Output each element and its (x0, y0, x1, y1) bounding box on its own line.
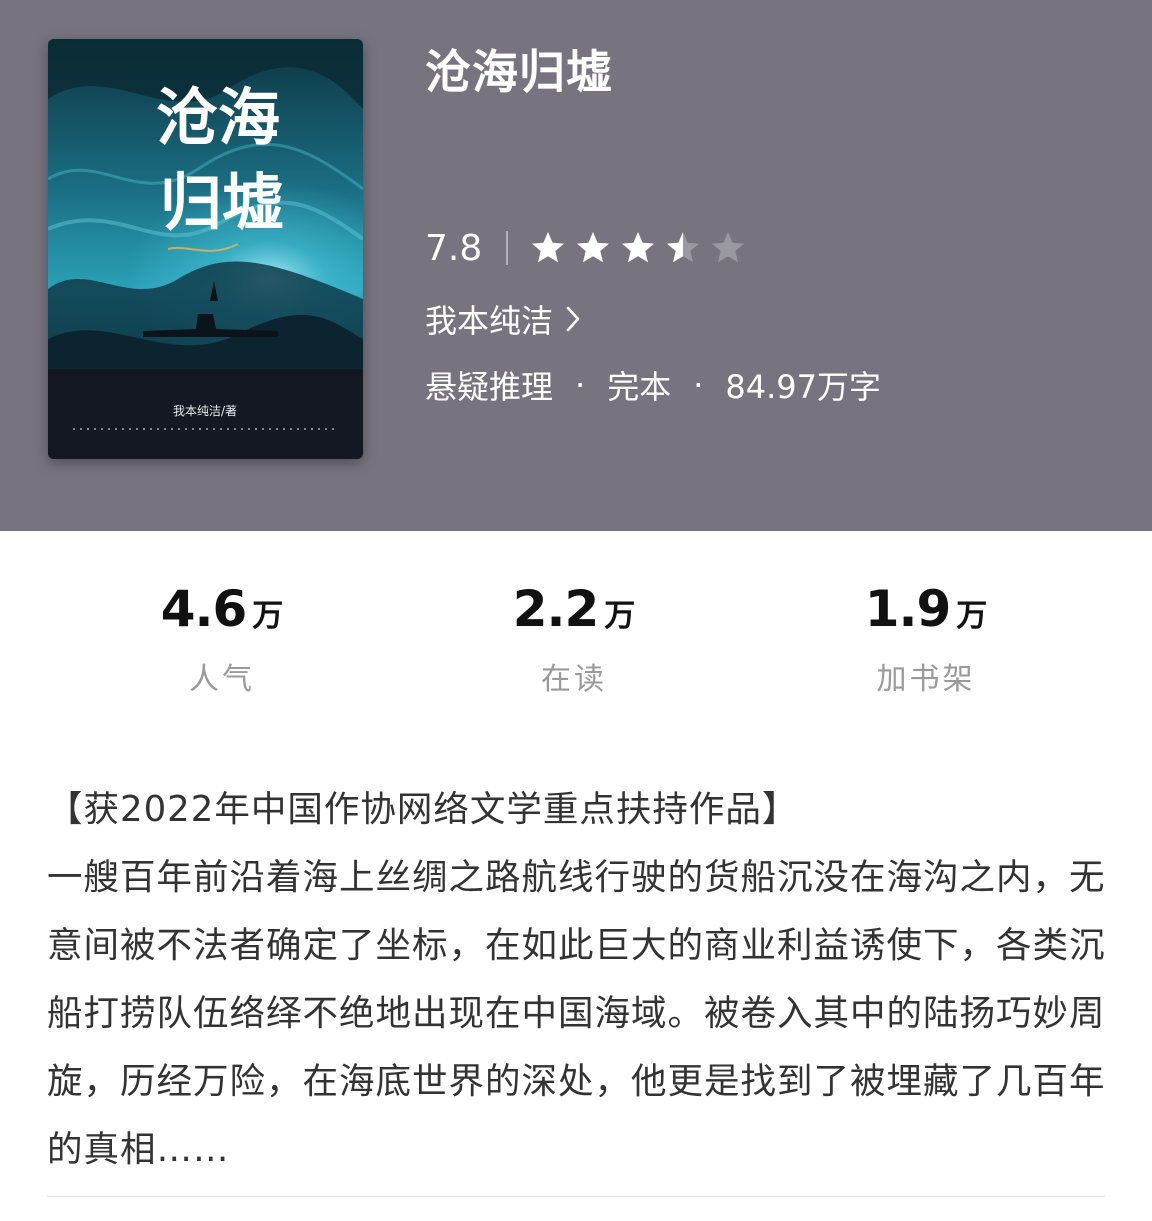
stat-unit: 万 (956, 598, 988, 634)
stat-unit: 万 (252, 598, 284, 634)
book-title: 沧海归墟 (425, 45, 613, 99)
meta-separator: · (693, 366, 704, 404)
star-filled-icon (622, 232, 655, 263)
cover-byline: 我本纯洁/著 (173, 404, 237, 418)
meta-separator: · (575, 366, 586, 404)
description-headline: 【获2022年中国作协网络文学重点扶持作品】 (47, 789, 799, 830)
book-cover[interactable]: 沧海 归墟 我本纯洁/著 (48, 39, 363, 459)
stat-bookshelf: 1.9 万 加书架 (776, 580, 1076, 698)
stat-value: 1.9 万 (776, 580, 1076, 638)
star-empty-icon (712, 232, 745, 263)
cover-title-line2: 归墟 (160, 166, 284, 239)
rating-score: 7.8 (425, 227, 483, 269)
stat-value: 2.2 万 (424, 580, 724, 638)
genre-tag[interactable]: 悬疑推理 (425, 362, 553, 408)
cover-title-line1: 沧海 (156, 81, 280, 154)
status-tag: 完本 (607, 368, 672, 406)
stat-label: 人气 (189, 662, 255, 697)
stat-unit: 万 (604, 598, 636, 634)
stat-popularity: 4.6 万 人气 (72, 580, 372, 698)
author-link[interactable]: 我本纯洁 (425, 296, 581, 342)
chevron-right-icon (566, 306, 580, 332)
stat-number: 1.9 (864, 580, 952, 638)
book-meta: 悬疑推理 · 完本 · 84.97万字 (425, 362, 881, 408)
stat-number: 2.2 (512, 580, 600, 638)
star-filled-icon (577, 232, 610, 263)
star-half-icon (667, 232, 700, 263)
stat-value: 4.6 万 (72, 580, 372, 638)
star-rating (530, 230, 746, 266)
stat-label: 在读 (541, 662, 607, 697)
rating-divider (506, 231, 509, 265)
author-name: 我本纯洁 (425, 302, 554, 340)
book-cover-art: 沧海 归墟 我本纯洁/著 (48, 39, 363, 459)
book-description: 【获2022年中国作协网络文学重点扶持作品】 一艘百年前沿着海上丝绸之路航线行驶… (47, 776, 1112, 1184)
rating-row: 7.8 (425, 224, 746, 272)
word-count: 84.97万字 (725, 368, 881, 406)
star-filled-icon (532, 232, 565, 263)
stat-number: 4.6 (160, 580, 248, 638)
section-divider (47, 1196, 1105, 1197)
book-header: 沧海 归墟 我本纯洁/著 沧海归墟 7.8 我本纯洁 悬疑推理 · 完本 · 8… (0, 0, 1152, 531)
stat-label: 加书架 (876, 662, 976, 697)
stat-reading: 2.2 万 在读 (424, 580, 724, 698)
description-body: 一艘百年前沿着海上丝绸之路航线行驶的货船沉没在海沟之内，无意间被不法者确定了坐标… (47, 857, 1106, 1170)
